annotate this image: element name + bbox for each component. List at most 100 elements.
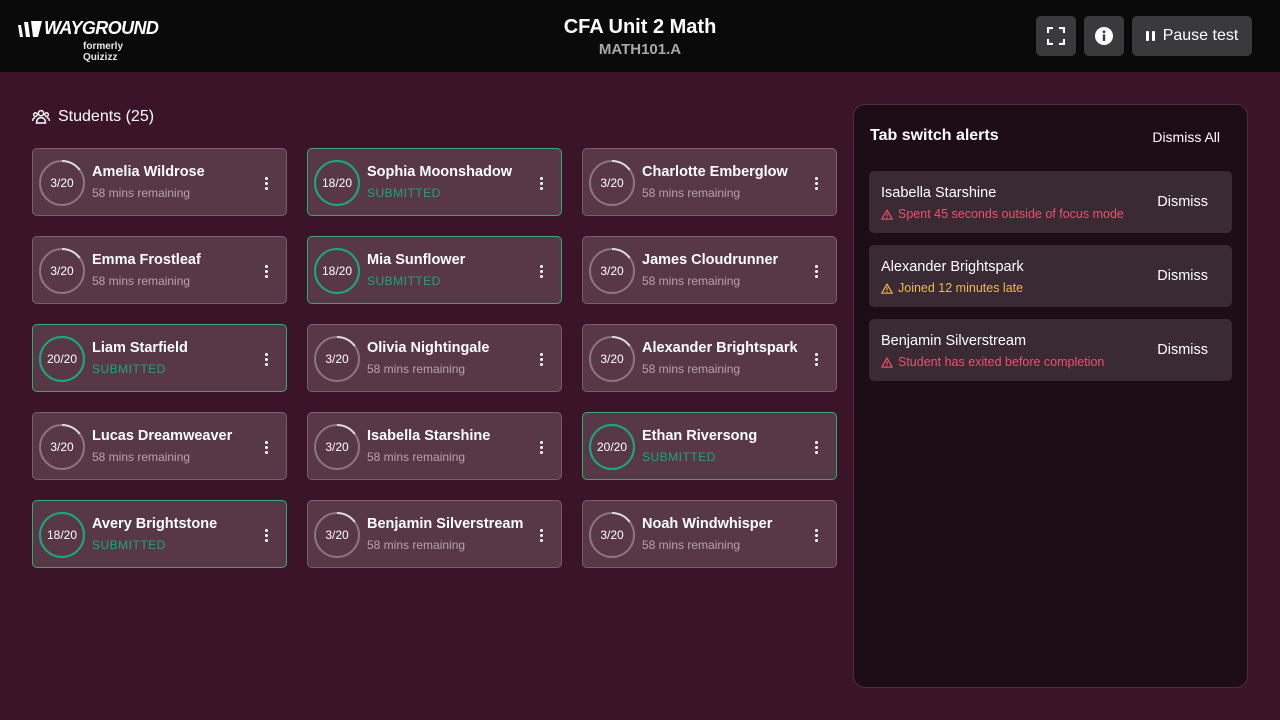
pause-test-label: Pause test [1162,27,1239,44]
student-status: SUBMITTED [92,362,166,376]
student-name: Charlotte Emberglow [642,164,788,180]
student-name: Benjamin Silverstream [367,516,524,532]
student-card[interactable]: 18/20 Mia Sunflower SUBMITTED [307,236,562,304]
score-label: 3/20 [600,528,624,542]
score-label: 3/20 [325,528,349,542]
student-name: Olivia Nightingale [367,340,490,356]
student-name: Ethan Riversong [642,428,758,444]
alert-message: Joined 12 minutes late [881,281,1023,295]
score-label: 3/20 [325,440,349,454]
page-title: CFA Unit 2 Math [563,16,717,38]
warning-icon [881,282,893,294]
fullscreen-button[interactable] [1036,16,1076,56]
score-label: 3/20 [600,352,624,366]
student-name: Alexander Brightspark [642,340,798,356]
student-status: 58 mins remaining [92,186,191,200]
student-name: Noah Windwhisper [642,516,773,532]
pause-icon [1145,31,1155,41]
info-button[interactable] [1084,16,1124,56]
student-card[interactable]: 3/20 Lucas Dreamweaver 58 mins remaining [32,412,287,480]
more-options-icon[interactable] [258,261,274,281]
progress-ring: 3/20 [313,423,361,471]
students-count: Students (25) [58,108,155,125]
title-block: CFA Unit 2 Math MATH101.A [440,14,840,60]
student-name: James Cloudrunner [642,252,779,268]
logo-subtext: formerly Quizizz [83,41,124,63]
score-label: 18/20 [321,264,353,278]
warning-icon [881,356,893,368]
fullscreen-icon [1047,27,1065,45]
student-name: Avery Brightstone [92,516,218,532]
student-status: 58 mins remaining [92,274,191,288]
student-name: Amelia Wildrose [92,164,205,180]
more-options-icon[interactable] [808,173,824,193]
student-status: 58 mins remaining [367,450,466,464]
logo-text: WAYGROUND [44,18,159,38]
progress-ring: 3/20 [38,423,86,471]
more-options-icon[interactable] [808,261,824,281]
progress-ring: 3/20 [38,247,86,295]
dismiss-all-button[interactable]: Dismiss All [1152,129,1220,145]
student-card[interactable]: 3/20 James Cloudrunner 58 mins remaining [582,236,837,304]
dismiss-button[interactable]: Dismiss [1157,268,1208,284]
progress-ring: 20/20 [588,423,636,471]
score-label: 18/20 [321,176,353,190]
alert-message-text: Joined 12 minutes late [898,281,1024,295]
student-status: 58 mins remaining [367,538,466,552]
alert-message: Student has exited before completion [881,355,1104,369]
more-options-icon[interactable] [258,173,274,193]
info-icon [1095,27,1113,45]
student-card[interactable]: 3/20 Alexander Brightspark 58 mins remaini… [582,324,837,392]
student-status: SUBMITTED [367,274,441,288]
student-card[interactable]: 3/20 Charlotte Emberglow 58 mins remaining [582,148,837,216]
score-label: 3/20 [50,264,74,278]
student-card[interactable]: 3/20 Olivia Nightingale 58 mins remaining [307,324,562,392]
dismiss-button[interactable]: Dismiss [1157,342,1208,358]
student-card[interactable]: 20/20 Ethan Riversong SUBMITTED [582,412,837,480]
pause-test-button[interactable]: Pause test [1132,16,1252,56]
dismiss-button[interactable]: Dismiss [1157,194,1208,210]
score-label: 20/20 [596,440,628,454]
more-options-icon[interactable] [533,173,549,193]
student-card[interactable]: 3/20 Emma Frostleaf 58 mins remaining [32,236,287,304]
progress-ring: 3/20 [38,159,86,207]
student-card[interactable]: 20/20 Liam Starfield SUBMITTED [32,324,287,392]
student-status: 58 mins remaining [642,274,741,288]
alert-student-name: Isabella Starshine [881,185,997,201]
student-name: Isabella Starshine [367,428,491,444]
student-name: Lucas Dreamweaver [92,428,233,444]
progress-ring: 20/20 [38,335,86,383]
progress-ring: 3/20 [588,335,636,383]
score-label: 20/20 [46,352,78,366]
student-status: 58 mins remaining [367,362,466,376]
warning-icon [881,208,893,220]
progress-ring: 18/20 [38,511,86,559]
student-card[interactable]: 3/20 Isabella Starshine 58 mins remaining [307,412,562,480]
student-card[interactable]: 3/20 Noah Windwhisper 58 mins remaining [582,500,837,568]
student-status: 58 mins remaining [92,450,191,464]
more-options-icon[interactable] [533,349,549,369]
alert-message-text: Spent 45 seconds outside of focus mode [898,207,1124,221]
student-status: SUBMITTED [367,186,441,200]
student-card[interactable]: 18/20 Sophia Moonshadow SUBMITTED [307,148,562,216]
class-code: MATH101.A [598,41,682,58]
score-label: 3/20 [50,440,74,454]
more-options-icon[interactable] [533,261,549,281]
alert-item: Benjamin Silverstream Student has exited … [869,319,1232,381]
wayground-logo-icon [18,21,42,37]
more-options-icon[interactable] [258,437,274,457]
more-options-icon[interactable] [258,525,274,545]
student-card[interactable]: 18/20 Avery Brightstone SUBMITTED [32,500,287,568]
logo: WAYGROUND formerly Quizizz [18,17,159,63]
more-options-icon[interactable] [533,437,549,457]
more-options-icon[interactable] [258,349,274,369]
more-options-icon[interactable] [808,349,824,369]
more-options-icon[interactable] [533,525,549,545]
student-grid: 3/20 Amelia Wildrose 58 mins remaining 18/2… [32,148,837,568]
more-options-icon[interactable] [808,437,824,457]
student-card[interactable]: 3/20 Amelia Wildrose 58 mins remaining [32,148,287,216]
more-options-icon[interactable] [808,525,824,545]
progress-ring: 3/20 [313,335,361,383]
student-card[interactable]: 3/20 Benjamin Silverstream 58 mins remaini… [307,500,562,568]
progress-ring: 18/20 [313,247,361,295]
